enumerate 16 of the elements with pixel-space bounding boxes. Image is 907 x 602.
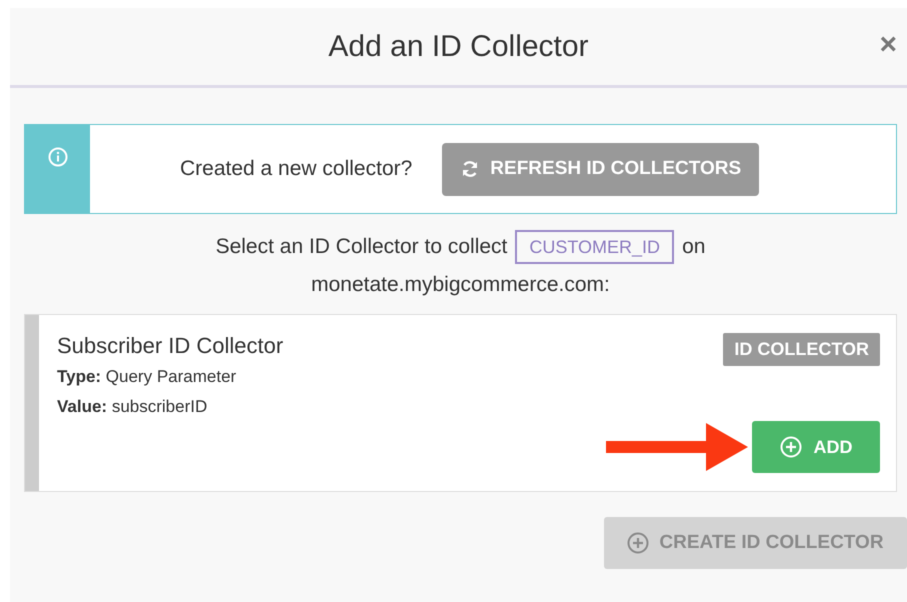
plus-circle-icon (780, 436, 802, 458)
identifier-tag: CUSTOMER_ID (515, 230, 674, 264)
domain-text: monetate.mybigcommerce.com: (311, 273, 610, 296)
close-button[interactable]: × (879, 30, 897, 60)
type-badge: ID COLLECTOR (723, 333, 880, 366)
collector-detail: Type: Query Parameter (57, 367, 238, 387)
info-icon (48, 147, 68, 167)
plus-circle-icon (627, 532, 650, 554)
add-button[interactable]: ADD (752, 421, 880, 473)
dialog-title: Add an ID Collector (328, 30, 589, 64)
notice-text: Created a new collector? (180, 157, 412, 181)
collector-detail: Value: subscriberID (57, 397, 208, 417)
prompt-text: Select an ID Collector to collect (216, 234, 508, 260)
collector-name: Subscriber ID Collector (57, 333, 284, 359)
prompt-text: on (682, 234, 706, 260)
refresh-button[interactable]: REFRESH ID COLLECTORS (442, 142, 760, 196)
